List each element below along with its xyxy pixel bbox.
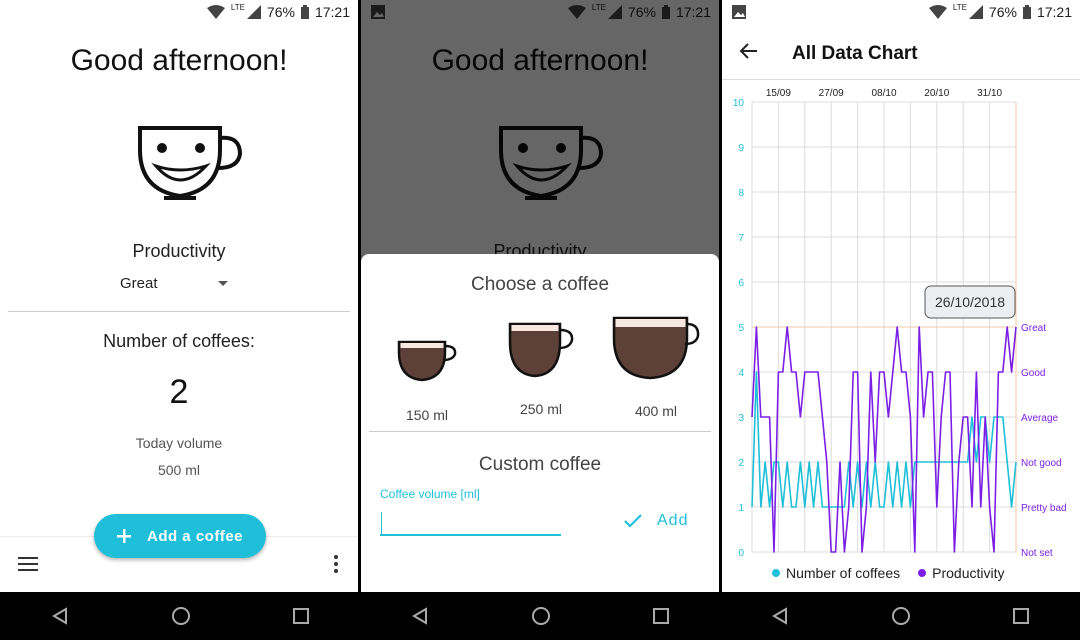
divider bbox=[369, 431, 711, 432]
battery-percent: 76% bbox=[988, 4, 1017, 20]
nav-home-icon[interactable] bbox=[531, 606, 551, 626]
y-tick-label: 10 bbox=[733, 98, 745, 109]
coffees-count-label: Number of coffees: bbox=[103, 331, 255, 351]
y-tick-label: 9 bbox=[738, 143, 744, 154]
choose-coffee-sheet: Choose a coffee 150 ml 250 ml 400 ml Cus… bbox=[361, 254, 719, 592]
add-custom-coffee-button[interactable]: Add bbox=[623, 512, 688, 530]
legend-swatch bbox=[918, 569, 927, 577]
coffee-volume-label: Coffee volume [ml] bbox=[380, 487, 480, 501]
y-tick-label: 8 bbox=[738, 188, 744, 199]
productivity-label: Productivity bbox=[132, 241, 226, 261]
y-tick-label: 0 bbox=[738, 548, 744, 559]
chart-legend: Number of coffees Productivity bbox=[772, 565, 1005, 581]
legend-item-coffees: Number of coffees bbox=[772, 565, 900, 581]
medium-coffee-cup-icon bbox=[508, 322, 574, 378]
legend-swatch bbox=[772, 569, 780, 577]
home-screen: LTE 76% 17:21 Good afternoon! Productivi… bbox=[0, 0, 358, 592]
app-toolbar: All Data Chart bbox=[722, 24, 1080, 80]
x-tick-label: 08/10 bbox=[871, 88, 896, 99]
coffee-option-medium[interactable]: 250 ml bbox=[507, 320, 575, 417]
nav-recents-icon[interactable] bbox=[1013, 608, 1029, 624]
dropdown-arrow-icon[interactable] bbox=[218, 281, 228, 286]
y-tick-label: 7 bbox=[738, 233, 744, 244]
y-tick-label: 3 bbox=[738, 413, 744, 424]
clock: 17:21 bbox=[314, 4, 350, 20]
text-cursor bbox=[381, 512, 382, 534]
y2-tick-label: Good bbox=[1021, 368, 1045, 379]
nav-recents-icon[interactable] bbox=[653, 608, 669, 624]
y-tick-label: 4 bbox=[738, 368, 744, 379]
signal-icon bbox=[246, 5, 261, 19]
coffee-option-label: 150 ml bbox=[405, 407, 449, 423]
y2-tick-label: Not set bbox=[1021, 548, 1053, 559]
y2-tick-label: Not good bbox=[1021, 458, 1062, 469]
x-tick-label: 31/10 bbox=[977, 88, 1002, 99]
divider bbox=[8, 311, 350, 312]
x-tick-label: 20/10 bbox=[924, 88, 949, 99]
wifi-icon bbox=[206, 5, 225, 19]
happy-coffee-cup-icon bbox=[138, 126, 243, 200]
nav-home-icon[interactable] bbox=[891, 606, 911, 626]
y-tick-label: 2 bbox=[738, 458, 744, 469]
nav-home-icon[interactable] bbox=[171, 606, 191, 626]
choose-coffee-screen: LTE 76% 17:21 Good afternoon! Productivi… bbox=[361, 0, 719, 592]
add-coffee-button[interactable]: Add a coffee bbox=[94, 514, 266, 558]
y-tick-label: 6 bbox=[738, 278, 744, 289]
clock: 17:21 bbox=[1036, 4, 1072, 20]
nav-back-icon[interactable] bbox=[771, 607, 789, 625]
small-coffee-cup-icon bbox=[397, 340, 457, 382]
productivity-select[interactable]: Great bbox=[120, 275, 158, 292]
battery-percent: 76% bbox=[266, 4, 295, 20]
y2-tick-label: Pretty bad bbox=[1021, 503, 1067, 514]
menu-icon[interactable] bbox=[18, 557, 38, 571]
legend-label: Productivity bbox=[932, 565, 1005, 581]
network-type: LTE bbox=[952, 2, 967, 12]
signal-icon bbox=[968, 5, 983, 19]
nav-back-icon[interactable] bbox=[51, 607, 69, 625]
large-coffee-cup-icon bbox=[612, 316, 700, 380]
back-arrow-icon[interactable] bbox=[738, 42, 758, 60]
y2-tick-label: Average bbox=[1021, 413, 1059, 424]
add-button-label: Add bbox=[657, 512, 689, 529]
today-volume-value: 500 ml bbox=[157, 462, 201, 478]
network-type: LTE bbox=[230, 2, 245, 12]
legend-item-productivity: Productivity bbox=[918, 565, 1005, 581]
add-coffee-label: Add a coffee bbox=[146, 527, 243, 545]
x-tick-label: 15/09 bbox=[766, 88, 791, 99]
plus-icon bbox=[116, 529, 131, 543]
custom-coffee-title: Custom coffee bbox=[478, 454, 602, 475]
image-notification-icon bbox=[732, 5, 746, 19]
nav-back-icon[interactable] bbox=[411, 607, 429, 625]
status-bar: LTE 76% 17:21 bbox=[0, 0, 358, 24]
nav-recents-icon[interactable] bbox=[293, 608, 309, 624]
coffee-option-label: 400 ml bbox=[634, 403, 678, 419]
status-bar: LTE 76% 17:21 bbox=[722, 0, 1080, 24]
chart-tooltip-label: 26/10/2018 bbox=[935, 294, 1005, 310]
wifi-icon bbox=[928, 5, 947, 19]
sheet-title: Choose a coffee bbox=[470, 274, 610, 295]
system-nav-bar bbox=[360, 592, 720, 640]
screen-title: All Data Chart bbox=[792, 43, 918, 64]
coffees-count-value: 2 bbox=[169, 373, 189, 411]
system-nav-bar bbox=[720, 592, 1080, 640]
coffee-option-large[interactable]: 400 ml bbox=[611, 314, 701, 419]
today-volume-label: Today volume bbox=[135, 435, 223, 451]
all-data-chart[interactable]: 0 1 2 3 4 5 6 7 8 9 10 Not set Pretty bad Not good Ave… bbox=[722, 84, 1080, 560]
greeting-title: Good afternoon! bbox=[70, 44, 288, 77]
y-tick-label: 5 bbox=[738, 323, 744, 334]
y2-tick-label: Great bbox=[1021, 323, 1046, 334]
system-nav-bar bbox=[0, 592, 360, 640]
battery-icon bbox=[1022, 5, 1031, 19]
coffee-option-label: 250 ml bbox=[519, 401, 563, 417]
y-tick-label: 1 bbox=[738, 503, 744, 514]
coffee-option-small[interactable]: 150 ml bbox=[395, 332, 459, 423]
check-icon bbox=[624, 514, 642, 528]
more-vert-icon[interactable] bbox=[334, 555, 338, 573]
coffee-volume-input[interactable] bbox=[380, 508, 561, 536]
chart-screen: LTE 76% 17:21 All Data Chart 0 1 2 3 4 5 6 7 8 9 1… bbox=[722, 0, 1080, 592]
legend-label: Number of coffees bbox=[786, 565, 901, 581]
battery-icon bbox=[300, 5, 309, 19]
x-tick-label: 27/09 bbox=[819, 88, 844, 99]
